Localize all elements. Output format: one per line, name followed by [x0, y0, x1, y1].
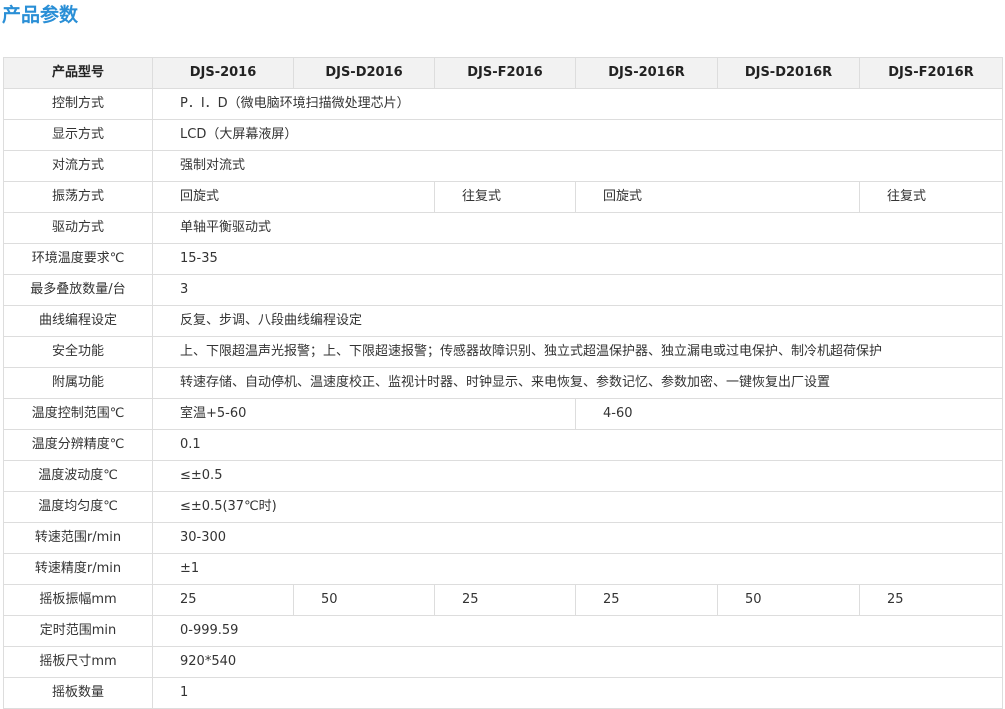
row-label: 摇板尺寸mm — [3, 646, 153, 678]
spec-table: 产品型号 DJS-2016 DJS-D2016 DJS-F2016 DJS-20… — [3, 57, 1003, 709]
row-label: 摇板振幅mm — [3, 584, 153, 616]
row-value: 室温+5-60 — [152, 398, 576, 430]
page-title: 产品参数 — [2, 4, 79, 26]
row-value: 转速存储、自动停机、温速度校正、监视计时器、时钟显示、来电恢复、参数记忆、参数加… — [152, 367, 1003, 399]
row-value: 0-999.59 — [152, 615, 1003, 647]
row-value: 0.1 — [152, 429, 1003, 461]
table-row: 显示方式 LCD（大屏幕液屏） — [3, 119, 1003, 151]
row-label: 最多叠放数量/台 — [3, 274, 153, 306]
row-value: ≤±0.5(37℃时) — [152, 491, 1003, 523]
table-row: 温度控制范围℃ 室温+5-60 4-60 — [3, 398, 1003, 430]
header-cell-model: DJS-F2016 — [434, 57, 576, 89]
table-row: 振荡方式 回旋式 往复式 回旋式 往复式 — [3, 181, 1003, 213]
row-label: 环境温度要求℃ — [3, 243, 153, 275]
row-value: 25 — [575, 584, 718, 616]
table-row: 转速精度r/min ±1 — [3, 553, 1003, 585]
row-value: 25 — [859, 584, 1003, 616]
table-row: 摇板数量 1 — [3, 677, 1003, 709]
header-cell-model: DJS-D2016R — [717, 57, 860, 89]
row-label: 定时范围min — [3, 615, 153, 647]
header-cell-model: DJS-2016R — [575, 57, 718, 89]
header-cell-model: DJS-F2016R — [859, 57, 1003, 89]
table-row: 安全功能 上、下限超温声光报警；上、下限超速报警；传感器故障识别、独立式超温保护… — [3, 336, 1003, 368]
table-row: 转速范围r/min 30-300 — [3, 522, 1003, 554]
row-label: 附属功能 — [3, 367, 153, 399]
row-value: 回旋式 — [575, 181, 860, 213]
table-row: 定时范围min 0-999.59 — [3, 615, 1003, 647]
row-value: 单轴平衡驱动式 — [152, 212, 1003, 244]
row-value: 30-300 — [152, 522, 1003, 554]
row-value: 1 — [152, 677, 1003, 709]
table-row: 温度分辨精度℃ 0.1 — [3, 429, 1003, 461]
header-cell-model: DJS-2016 — [152, 57, 294, 89]
row-value: 15-35 — [152, 243, 1003, 275]
table-row: 驱动方式 单轴平衡驱动式 — [3, 212, 1003, 244]
row-value: ±1 — [152, 553, 1003, 585]
row-label: 转速精度r/min — [3, 553, 153, 585]
row-value: 3 — [152, 274, 1003, 306]
row-label: 曲线编程设定 — [3, 305, 153, 337]
row-value: 920*540 — [152, 646, 1003, 678]
row-value: 强制对流式 — [152, 150, 1003, 182]
row-value: 回旋式 — [152, 181, 435, 213]
table-row: 温度波动度℃ ≤±0.5 — [3, 460, 1003, 492]
row-label: 振荡方式 — [3, 181, 153, 213]
row-label: 摇板数量 — [3, 677, 153, 709]
row-label: 控制方式 — [3, 88, 153, 120]
table-row: 附属功能 转速存储、自动停机、温速度校正、监视计时器、时钟显示、来电恢复、参数记… — [3, 367, 1003, 399]
row-value: LCD（大屏幕液屏） — [152, 119, 1003, 151]
row-value: ≤±0.5 — [152, 460, 1003, 492]
row-label: 安全功能 — [3, 336, 153, 368]
row-value: 往复式 — [434, 181, 576, 213]
table-row: 摇板尺寸mm 920*540 — [3, 646, 1003, 678]
row-label: 对流方式 — [3, 150, 153, 182]
row-label: 驱动方式 — [3, 212, 153, 244]
row-value: 上、下限超温声光报警；上、下限超速报警；传感器故障识别、独立式超温保护器、独立漏… — [152, 336, 1003, 368]
table-row: 摇板振幅mm 25 50 25 25 50 25 — [3, 584, 1003, 616]
row-label: 温度控制范围℃ — [3, 398, 153, 430]
row-value: 4-60 — [575, 398, 1003, 430]
row-label: 显示方式 — [3, 119, 153, 151]
table-row: 温度均匀度℃ ≤±0.5(37℃时) — [3, 491, 1003, 523]
row-value: 50 — [717, 584, 860, 616]
row-label: 温度均匀度℃ — [3, 491, 153, 523]
row-value: 50 — [293, 584, 435, 616]
table-header-row: 产品型号 DJS-2016 DJS-D2016 DJS-F2016 DJS-20… — [3, 57, 1003, 89]
table-row: 最多叠放数量/台 3 — [3, 274, 1003, 306]
row-label: 转速范围r/min — [3, 522, 153, 554]
row-label: 温度分辨精度℃ — [3, 429, 153, 461]
table-row: 对流方式 强制对流式 — [3, 150, 1003, 182]
row-value: 往复式 — [859, 181, 1003, 213]
row-value: 25 — [434, 584, 576, 616]
header-cell-model: DJS-D2016 — [293, 57, 435, 89]
table-row: 曲线编程设定 反复、步调、八段曲线编程设定 — [3, 305, 1003, 337]
row-value: 25 — [152, 584, 294, 616]
row-value: 反复、步调、八段曲线编程设定 — [152, 305, 1003, 337]
table-row: 环境温度要求℃ 15-35 — [3, 243, 1003, 275]
row-label: 温度波动度℃ — [3, 460, 153, 492]
table-row: 控制方式 P．I．D（微电脑环境扫描微处理芯片） — [3, 88, 1003, 120]
header-cell-label: 产品型号 — [3, 57, 153, 89]
row-value: P．I．D（微电脑环境扫描微处理芯片） — [152, 88, 1003, 120]
